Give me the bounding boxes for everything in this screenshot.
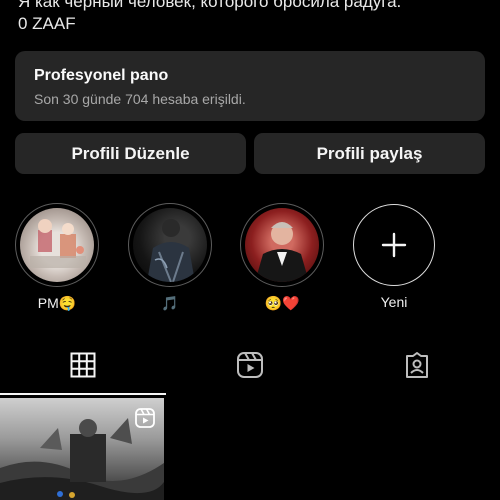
reels-badge-icon [135, 408, 155, 428]
professional-dashboard-title: Profesyonel pano [34, 67, 169, 84]
share-profile-button[interactable]: Profili paylaş [254, 133, 485, 174]
professional-dashboard-subtitle: Son 30 günde 704 hesaba erişildi. [34, 91, 246, 107]
highlight-ring [128, 203, 212, 287]
tab-posts-grid[interactable] [0, 335, 166, 395]
highlight-ring [15, 203, 99, 287]
tagged-icon [406, 352, 428, 378]
reels-icon [237, 352, 263, 378]
profile-content-tabs [0, 335, 500, 395]
bio-link[interactable]: 0 ZAAF [18, 14, 76, 34]
highlight-cover-portrait [245, 208, 319, 282]
story-highlight-2[interactable]: 🎵 [128, 203, 212, 312]
highlight-ring [240, 203, 324, 287]
grid-icon [70, 352, 96, 378]
highlight-label: PM🤤 [37, 295, 77, 311]
new-highlight-button[interactable] [353, 204, 435, 286]
story-highlight-1[interactable]: PM🤤 [15, 203, 99, 312]
edit-profile-button[interactable]: Profili Düzenle [15, 133, 246, 174]
bio-text: Я как чёрный человек, которого бросила р… [18, 0, 402, 11]
active-tab-indicator [0, 393, 166, 395]
story-highlight-3[interactable]: 🥺❤️ [240, 203, 324, 312]
post-thumbnail[interactable] [0, 398, 164, 500]
highlight-label: 🎵 [161, 295, 179, 311]
new-highlight[interactable]: Yeni [352, 203, 436, 310]
highlight-cover-collage [20, 208, 94, 282]
tab-tagged[interactable] [334, 335, 500, 395]
highlight-label: 🥺❤️ [264, 295, 300, 311]
professional-dashboard[interactable]: Profesyonel pano Son 30 günde 704 hesaba… [15, 51, 485, 121]
highlight-cover-leather-jacket [133, 208, 207, 282]
plus-icon [381, 232, 407, 258]
new-highlight-label: Yeni [380, 294, 408, 310]
tab-reels[interactable] [167, 335, 333, 395]
